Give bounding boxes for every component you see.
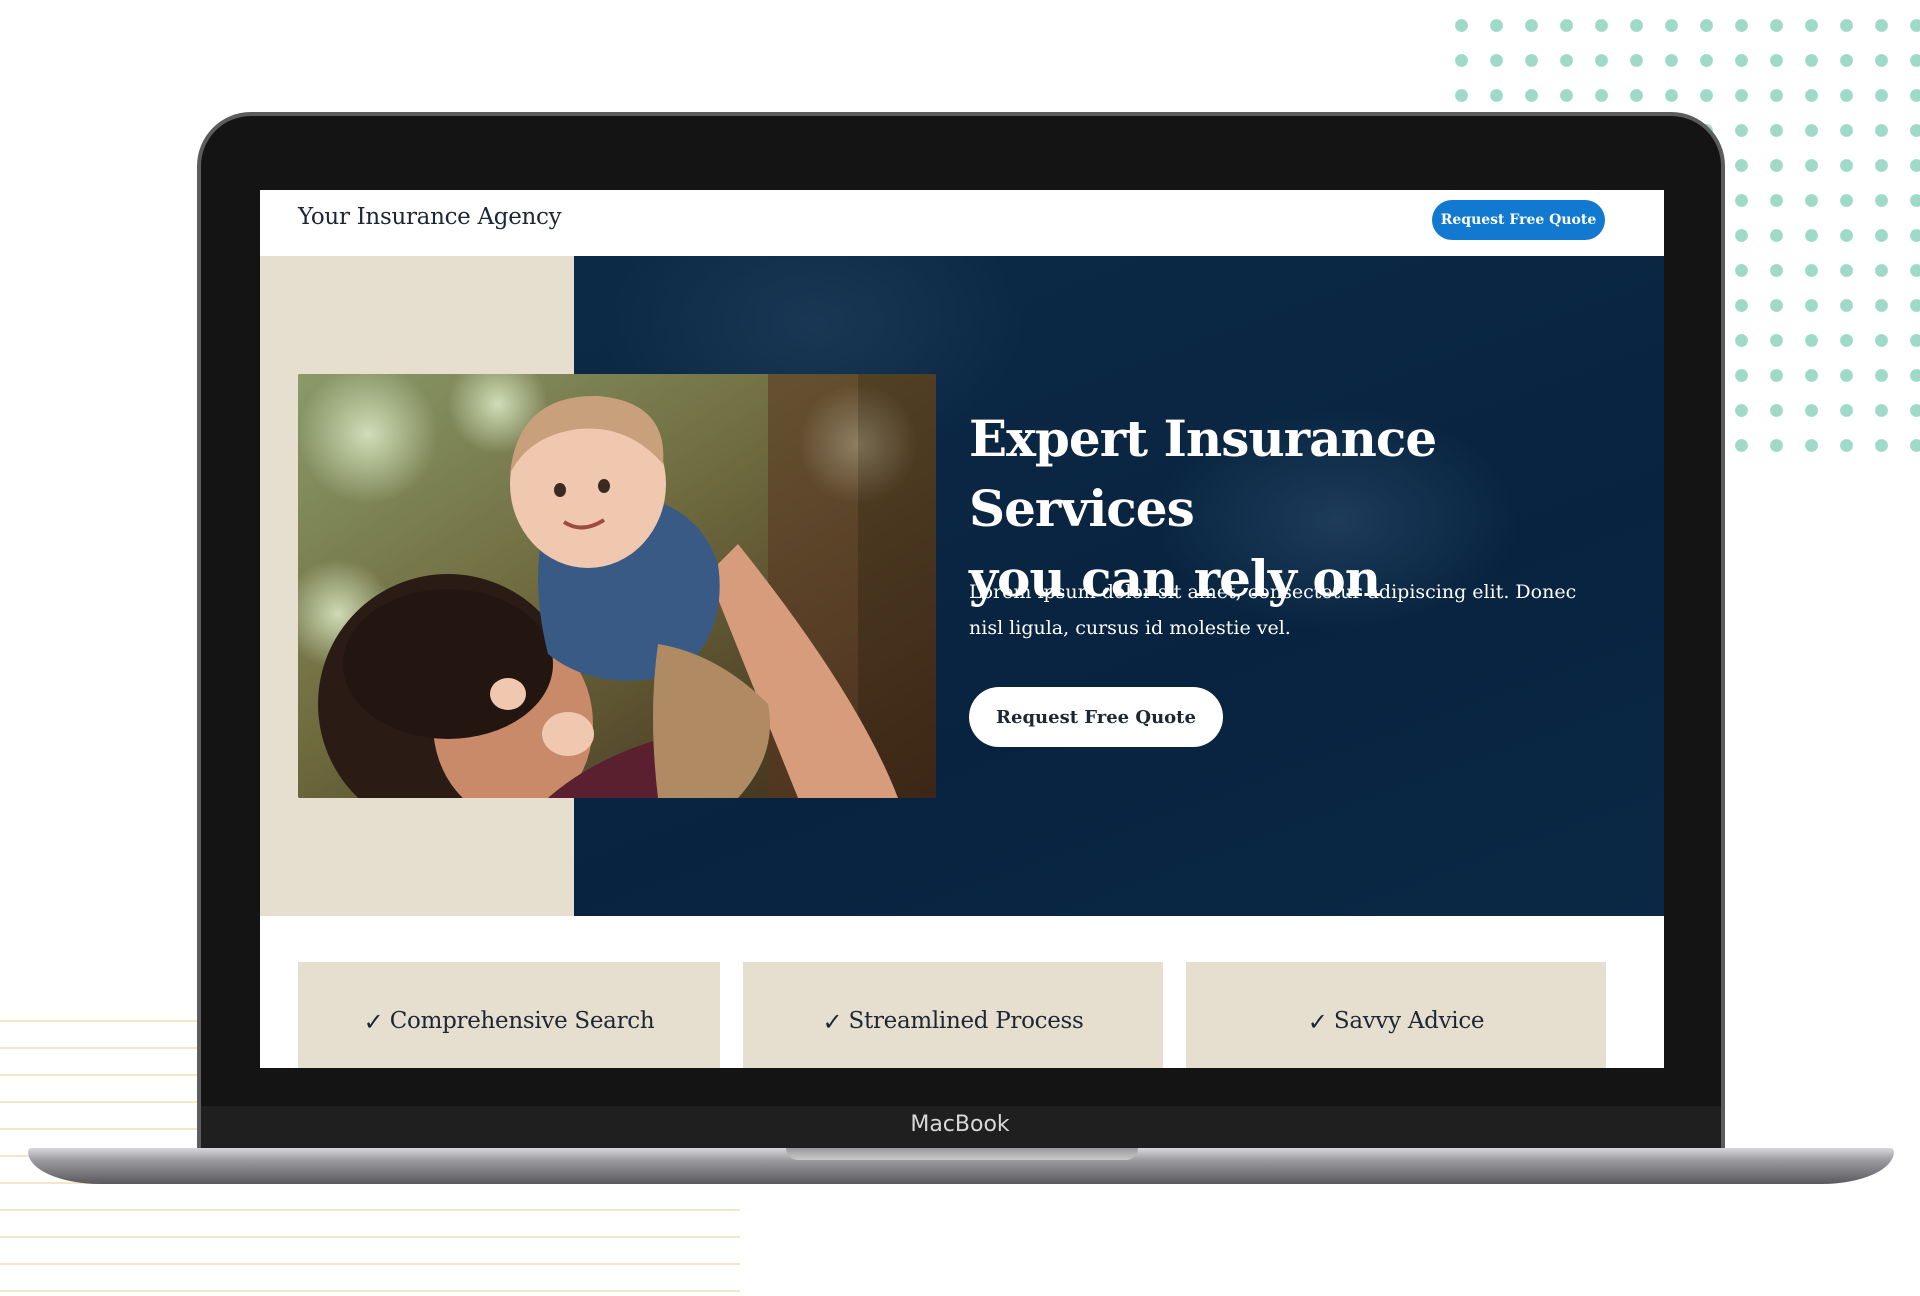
family-photo [298, 374, 936, 798]
page: MacBook Your Insurance Agency Request Fr… [0, 0, 1920, 1296]
features-section: ✓ Comprehensive Search ✓ Streamlined Pro… [260, 916, 1664, 1068]
feature-card-comprehensive-search: ✓ Comprehensive Search [298, 962, 720, 1068]
check-icon: ✓ [1307, 1008, 1328, 1036]
hero-title-line1: Expert Insurance Services [969, 409, 1437, 538]
laptop-brand-label: MacBook [910, 1112, 1010, 1137]
laptop-notch [786, 1148, 1138, 1160]
feature-label: Streamlined Process [848, 1008, 1084, 1034]
brand-logo-text[interactable]: Your Insurance Agency [298, 204, 562, 230]
site-header: Your Insurance Agency Request Free Quote [260, 190, 1664, 256]
hero-description: Lorem ipsum dolor sit amet, consectetur … [969, 581, 1577, 639]
feature-label: Comprehensive Search [389, 1008, 655, 1034]
feature-label: Savvy Advice [1333, 1008, 1485, 1034]
header-request-quote-button[interactable]: Request Free Quote [1432, 200, 1605, 240]
family-photo-illustration [298, 374, 936, 798]
website-screen: Your Insurance Agency Request Free Quote [260, 190, 1664, 1068]
check-icon: ✓ [822, 1008, 843, 1036]
check-icon: ✓ [363, 1008, 384, 1036]
hero-section: Expert Insurance Services you can rely o… [260, 256, 1664, 916]
feature-card-savvy-advice: ✓ Savvy Advice [1186, 962, 1606, 1068]
feature-card-streamlined-process: ✓ Streamlined Process [743, 962, 1163, 1068]
hero-request-quote-button[interactable]: Request Free Quote [969, 687, 1223, 747]
